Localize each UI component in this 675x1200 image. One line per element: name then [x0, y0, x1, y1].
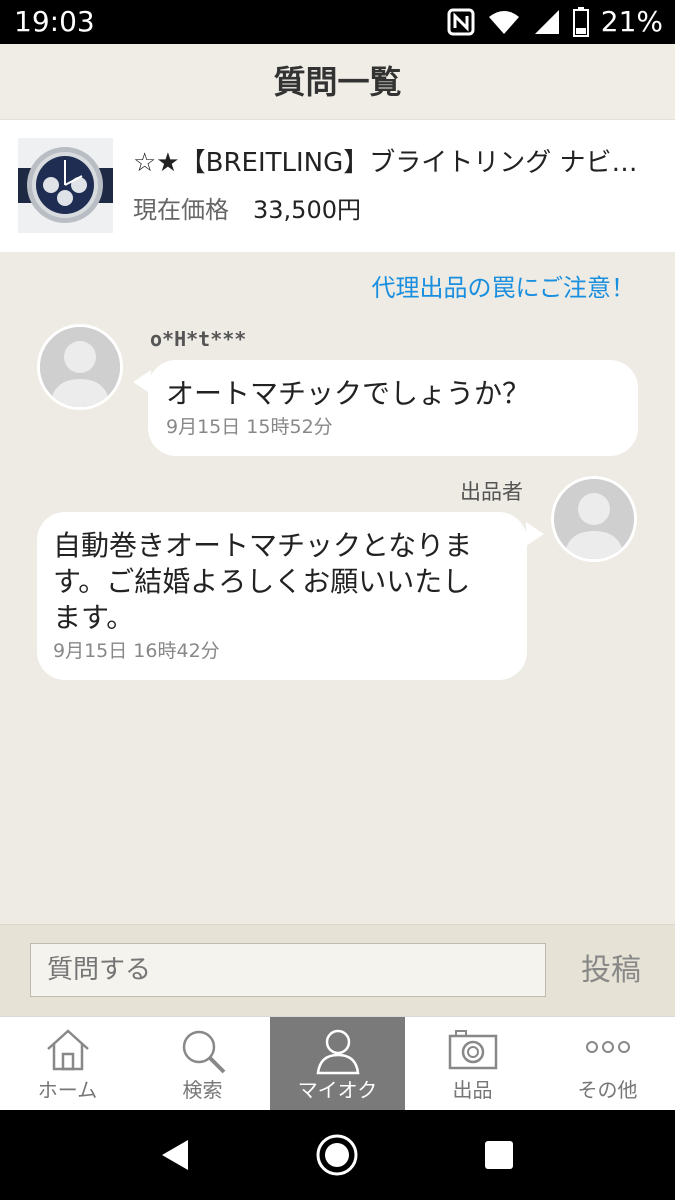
more-icon	[585, 1041, 630, 1053]
watch-image	[18, 138, 113, 233]
home-icon	[46, 1029, 89, 1071]
proxy-listing-warning-link[interactable]: 代理出品の罠にご注意！	[371, 272, 635, 304]
nfc-icon	[447, 8, 475, 36]
user-silhouette-icon	[554, 479, 634, 559]
message-timestamp: 9月15日 15時52分	[166, 416, 333, 438]
seller-label: 出品者	[460, 480, 523, 504]
product-summary[interactable]: ☆★【BREITLING】ブライトリング ナビタ… 現在価格 33,500円	[0, 120, 675, 252]
recents-icon[interactable]	[476, 1132, 522, 1178]
tab-search[interactable]: 検索	[135, 1017, 270, 1111]
post-button[interactable]: 投稿	[566, 945, 656, 997]
home-button-icon[interactable]	[314, 1132, 360, 1178]
buyer-username: o*H*t***	[150, 327, 247, 351]
battery-icon	[572, 7, 589, 37]
seller-avatar[interactable]	[551, 476, 637, 562]
signal-icon	[534, 10, 559, 34]
battery-percent: 21%	[600, 5, 663, 38]
message-bubble: 自動巻きオートマチックとなりま す。ご結婚よろしくお願いいたし ます。 9月15…	[37, 512, 527, 680]
status-time: 19:03	[14, 5, 95, 38]
page-header: 質問一覧	[0, 44, 675, 120]
tab-label: 出品	[452, 1078, 493, 1102]
message-bubble: オートマチックでしょうか？ 9月15日 15時52分	[148, 360, 638, 456]
message-text-line: す。ご結婚よろしくお願いいたし	[53, 565, 471, 598]
system-nav-bar	[0, 1110, 675, 1200]
status-bar: 19:03 21%	[0, 0, 675, 44]
bottom-tab-bar: ホーム 検索 マイオク 出品 その他	[0, 1016, 675, 1111]
message-text-line: 自動巻きオートマチックとなりま	[53, 529, 473, 562]
user-silhouette-icon	[40, 327, 120, 407]
tab-more[interactable]: その他	[540, 1017, 675, 1111]
buyer-avatar[interactable]	[37, 324, 123, 410]
status-icons: 21%	[447, 4, 663, 40]
tab-label: 検索	[182, 1078, 223, 1102]
tab-sell[interactable]: 出品	[405, 1017, 540, 1111]
tab-label: マイオク	[297, 1078, 378, 1102]
price-label: 現在価格	[133, 196, 229, 224]
message-text: オートマチックでしょうか？	[166, 377, 531, 410]
tab-label: その他	[577, 1078, 638, 1102]
back-icon[interactable]	[152, 1132, 198, 1178]
search-icon	[182, 1030, 225, 1074]
question-input[interactable]	[30, 943, 546, 997]
product-name[interactable]: ☆★【BREITLING】ブライトリング ナビタ…	[133, 146, 653, 180]
tab-label: ホーム	[37, 1078, 98, 1102]
tab-myauction[interactable]: マイオク	[270, 1017, 405, 1111]
question-input-bar: 投稿	[0, 924, 675, 1016]
page-title: 質問一覧	[273, 63, 402, 101]
product-thumbnail[interactable]	[18, 138, 113, 233]
price-value: 33,500円	[253, 196, 361, 224]
message-text-line: ます。	[53, 601, 135, 634]
bubble-tail	[526, 522, 544, 546]
tab-home[interactable]: ホーム	[0, 1017, 135, 1111]
wifi-icon	[488, 11, 519, 34]
message-timestamp: 9月15日 16時42分	[53, 640, 220, 662]
person-icon	[316, 1029, 359, 1075]
camera-icon	[448, 1030, 497, 1070]
